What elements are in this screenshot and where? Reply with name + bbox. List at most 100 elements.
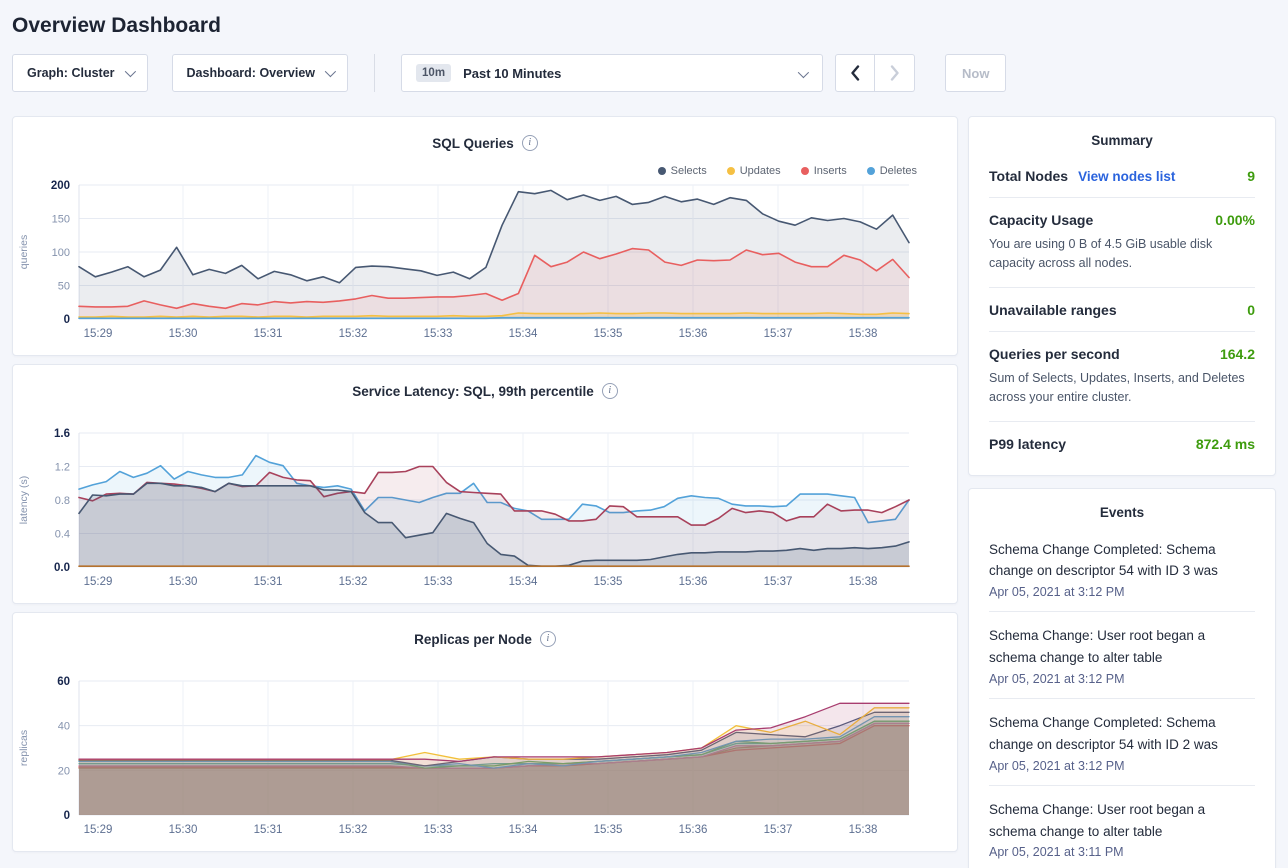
- event-item: Schema Change Completed: Schema change o…: [989, 698, 1255, 785]
- summary-label: P99 latency: [989, 436, 1066, 452]
- svg-text:60: 60: [57, 676, 70, 688]
- chart-title: Replicas per Node: [414, 632, 532, 647]
- svg-text:15:38: 15:38: [849, 576, 878, 588]
- page-title: Overview Dashboard: [12, 0, 1276, 54]
- svg-text:15:36: 15:36: [679, 824, 708, 836]
- event-timestamp: Apr 05, 2021 at 3:12 PM: [989, 585, 1255, 599]
- svg-text:15:37: 15:37: [764, 328, 793, 340]
- svg-text:150: 150: [52, 214, 70, 226]
- now-button[interactable]: Now: [945, 54, 1006, 92]
- svg-text:15:36: 15:36: [679, 328, 708, 340]
- svg-text:0.4: 0.4: [55, 529, 70, 541]
- svg-text:15:34: 15:34: [509, 328, 538, 340]
- info-icon[interactable]: i: [522, 135, 538, 151]
- dashboard-dropdown[interactable]: Dashboard: Overview: [172, 54, 349, 92]
- sidebar-column: Summary Total Nodes View nodes list 9 Ca…: [968, 116, 1276, 868]
- summary-row: Total Nodes View nodes list 9: [989, 154, 1255, 197]
- svg-text:15:32: 15:32: [339, 328, 368, 340]
- toolbar: Graph: Cluster Dashboard: Overview 10m P…: [12, 54, 1276, 92]
- info-icon[interactable]: i: [602, 383, 618, 399]
- chevron-down-icon: [124, 66, 135, 77]
- dashboard-body: SQL Queries i Selects Updates Inserts De…: [12, 116, 1276, 868]
- event-text: Schema Change: User root began a schema …: [989, 625, 1255, 669]
- svg-text:15:34: 15:34: [509, 824, 538, 836]
- time-next-button[interactable]: [875, 54, 915, 92]
- svg-text:15:29: 15:29: [84, 824, 113, 836]
- svg-text:0: 0: [64, 314, 70, 326]
- legend-dot-icon: [727, 167, 735, 175]
- event-item: Schema Change Completed: Schema change o…: [989, 526, 1255, 612]
- svg-text:15:31: 15:31: [254, 328, 283, 340]
- event-timestamp: Apr 05, 2021 at 3:12 PM: [989, 759, 1255, 773]
- graph-dropdown-label: Graph: Cluster: [27, 66, 115, 80]
- charts-column: SQL Queries i Selects Updates Inserts De…: [12, 116, 958, 852]
- chart-title: Service Latency: SQL, 99th percentile: [352, 384, 594, 399]
- svg-text:15:32: 15:32: [339, 824, 368, 836]
- svg-text:15:34: 15:34: [509, 576, 538, 588]
- svg-text:15:30: 15:30: [169, 328, 198, 340]
- summary-rows: Total Nodes View nodes list 9 Capacity U…: [989, 154, 1255, 465]
- legend-label: Inserts: [814, 165, 847, 177]
- summary-row: P99 latency 872.4 ms: [989, 421, 1255, 465]
- chevron-right-icon: [890, 65, 900, 81]
- toolbar-divider: [374, 54, 375, 92]
- legend-dot-icon: [658, 167, 666, 175]
- svg-text:15:31: 15:31: [254, 824, 283, 836]
- replicas-per-node-chart: 020406015:2915:3015:3115:3215:3315:3415:…: [13, 675, 957, 852]
- svg-text:200: 200: [51, 180, 70, 192]
- svg-text:15:29: 15:29: [84, 576, 113, 588]
- summary-label: Total Nodes: [989, 168, 1068, 184]
- time-range-badge: 10m: [416, 64, 451, 82]
- events-title: Events: [989, 505, 1255, 520]
- event-timestamp: Apr 05, 2021 at 3:11 PM: [989, 845, 1255, 859]
- event-text: Schema Change Completed: Schema change o…: [989, 539, 1255, 583]
- legend-item: Updates: [727, 165, 781, 177]
- time-prev-button[interactable]: [835, 54, 875, 92]
- svg-text:replicas: replicas: [18, 730, 30, 766]
- time-range-picker[interactable]: 10m Past 10 Minutes: [401, 54, 823, 92]
- summary-value: 9: [1247, 168, 1255, 184]
- svg-text:15:33: 15:33: [424, 824, 453, 836]
- time-range-label: Past 10 Minutes: [463, 66, 561, 81]
- summary-value: 0.00%: [1215, 212, 1255, 228]
- svg-text:40: 40: [58, 721, 70, 733]
- overview-dashboard-page: Overview Dashboard Graph: Cluster Dashbo…: [0, 0, 1288, 868]
- svg-text:15:37: 15:37: [764, 824, 793, 836]
- legend-label: Updates: [740, 165, 781, 177]
- sql-queries-card: SQL Queries i Selects Updates Inserts De…: [12, 116, 958, 356]
- sql-queries-chart: 05010015020015:2915:3015:3115:3215:3315:…: [13, 179, 957, 356]
- summary-row: Capacity Usage 0.00% You are using 0 B o…: [989, 197, 1255, 287]
- chevron-down-icon: [798, 67, 809, 78]
- svg-text:queries: queries: [18, 235, 30, 269]
- svg-text:15:36: 15:36: [679, 576, 708, 588]
- chart-title: SQL Queries: [432, 136, 514, 151]
- view-nodes-link[interactable]: View nodes list: [1078, 169, 1175, 184]
- svg-text:15:32: 15:32: [339, 576, 368, 588]
- graph-dropdown[interactable]: Graph: Cluster: [12, 54, 148, 92]
- events-panel: Events Schema Change Completed: Schema c…: [968, 488, 1276, 868]
- svg-text:latency (s): latency (s): [18, 476, 30, 524]
- svg-text:15:30: 15:30: [169, 576, 198, 588]
- summary-label: Queries per second: [989, 346, 1120, 362]
- event-text: Schema Change Completed: Schema change o…: [989, 712, 1255, 756]
- summary-row: Unavailable ranges 0: [989, 287, 1255, 331]
- summary-value: 164.2: [1220, 346, 1255, 362]
- event-timestamp: Apr 05, 2021 at 3:12 PM: [989, 672, 1255, 686]
- legend-label: Selects: [671, 165, 707, 177]
- legend-label: Deletes: [880, 165, 917, 177]
- time-step-buttons: [835, 54, 915, 92]
- svg-text:1.2: 1.2: [55, 462, 70, 474]
- events-list: Schema Change Completed: Schema change o…: [989, 526, 1255, 868]
- info-icon[interactable]: i: [540, 631, 556, 647]
- event-item: Schema Change: User root began a schema …: [989, 785, 1255, 868]
- chevron-left-icon: [850, 65, 860, 81]
- svg-text:15:38: 15:38: [849, 824, 878, 836]
- legend-item: Inserts: [801, 165, 847, 177]
- summary-title: Summary: [989, 133, 1255, 148]
- svg-text:100: 100: [52, 247, 70, 259]
- svg-text:15:30: 15:30: [169, 824, 198, 836]
- svg-text:15:35: 15:35: [594, 576, 623, 588]
- svg-text:50: 50: [58, 281, 70, 293]
- summary-description: Sum of Selects, Updates, Inserts, and De…: [989, 369, 1255, 408]
- svg-text:15:33: 15:33: [424, 576, 453, 588]
